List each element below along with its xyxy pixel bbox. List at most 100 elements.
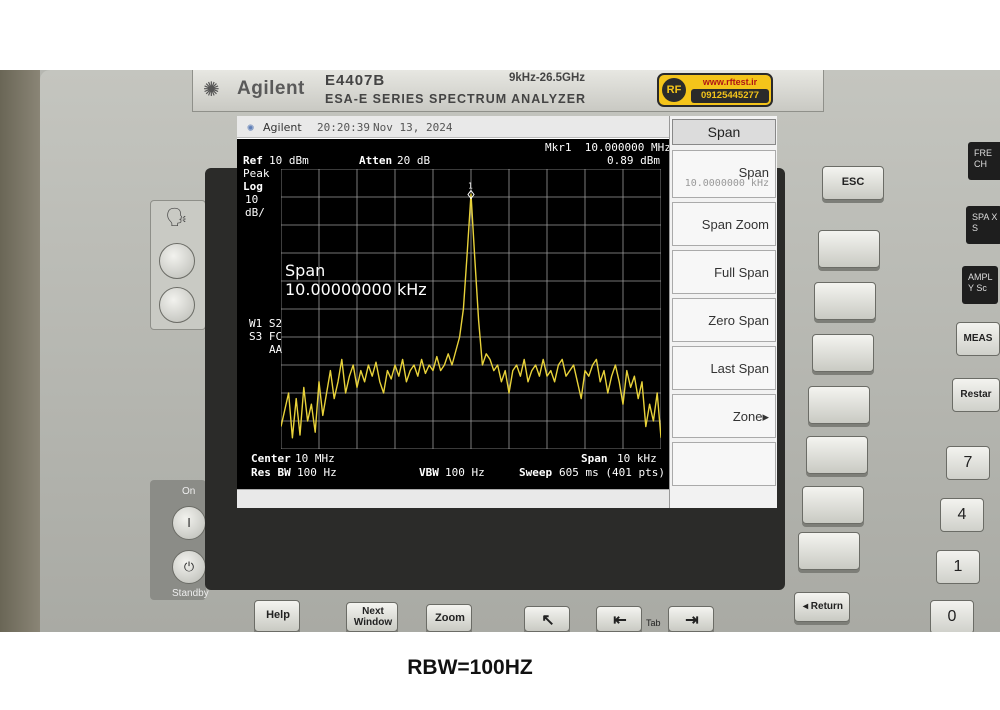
power-panel: On I ⏻ Standby [150,480,209,600]
scale-unit: dB/ [245,206,265,219]
speaker-icon: 🗣 [165,207,188,227]
screen-titlebar: ✺ Agilent 20:20:39 Nov 13, 2024 [237,116,669,138]
softkey-7-button[interactable] [798,532,860,570]
frequency-channel-key-label: FRE CH [974,148,992,169]
numpad-key-1-label: 1 [953,558,963,575]
series-name: ESA-E SERIES SPECTRUM ANALYZER [325,92,587,106]
zoom-key[interactable]: Zoom [426,604,472,632]
numpad-key-7[interactable]: 7 [946,446,990,480]
volume-up-button[interactable] [159,243,195,279]
softkey-6-button[interactable] [802,486,864,524]
softkey-span-value: 10.0000000 kHz [684,178,769,189]
marker-frequency: Mkr1 10.000000 MHz [545,141,671,154]
softkey-zone[interactable]: Zone▸ [672,394,776,438]
measure-key-label: MEAS [963,333,993,344]
standby-label: Standby [172,588,209,599]
next-window-key[interactable]: Next Window [346,602,398,632]
softkey-2-button[interactable] [814,282,876,320]
screen-time: 20:20:39 [317,121,370,134]
numpad-key-1[interactable]: 1 [936,550,980,584]
softkey-blank[interactable] [672,442,776,486]
volume-down-button[interactable] [159,287,195,323]
span-bottom-value: 10 kHz [617,452,657,465]
softkey-last-span-label: Last Span [710,361,769,376]
softkey-span-zoom-label: Span Zoom [701,217,769,232]
standby-button[interactable]: ⏻ [172,550,206,584]
span-heading: Span [285,261,326,280]
softkey-menu: Span Span 10.0000000 kHz Span Zoom Full … [669,116,777,508]
ref-value: 10 dBm [269,154,309,167]
softkey-span[interactable]: Span 10.0000000 kHz [672,150,776,198]
vendor-logo: RF [662,78,686,102]
screen-status-bar [237,489,669,508]
numpad-key-4[interactable]: 4 [940,498,984,532]
softkey-5-button[interactable] [806,436,868,474]
amplitude-y-scale-key[interactable]: AMPL Y Sc [962,266,998,304]
span-active-value: 10.00000000 kHz [285,280,427,299]
vendor-url: www.rftest.ir [702,77,758,87]
numpad-key-7-label: 7 [963,454,973,471]
sweep-label: Sweep [519,466,553,479]
numpad-key-4-label: 4 [957,506,967,523]
softkey-span-zoom[interactable]: Span Zoom [672,202,776,246]
softkey-full-span[interactable]: Full Span [672,250,776,294]
softkey-1-button[interactable] [818,230,880,268]
zoom-key-label: Zoom [435,612,465,624]
agilent-small-logo-icon: ✺ [247,120,255,134]
atten-label: Atten [359,154,393,167]
grid-lines [281,169,661,449]
tab-label: Tab [646,618,661,628]
restart-key[interactable]: Restar [952,378,1000,412]
tab-right-key[interactable]: ⇥ [668,606,714,632]
brand-name: Agilent [237,78,305,99]
arrow-upleft-key[interactable]: ↖ [524,606,570,632]
trace-flags-1: W1 S2 [249,317,283,330]
tab-left-key[interactable]: ⇤ [596,606,642,632]
background [0,70,40,632]
softkey-zero-span[interactable]: Zero Span [672,298,776,342]
power-on-button[interactable]: I [172,506,206,540]
frequency-channel-key[interactable]: FRE CH [968,142,1000,180]
vbw-label: VBW [419,466,439,479]
frequency-range: 9kHz-26.5GHz [509,72,586,84]
vendor-sticker: RF www.rftest.ir 09125445277 [657,73,773,107]
restart-key-label: Restar [960,389,992,400]
tab-right-icon: ⇥ [685,612,699,629]
span-x-scale-key[interactable]: SPA X S [966,206,1000,244]
vbw-value: 100 Hz [445,466,485,479]
detector-mode: Peak [243,167,270,180]
agilent-logo-icon: ✺ [203,77,220,101]
scale-type: Log [243,180,263,193]
esc-key[interactable]: ESC [822,166,884,200]
rbw-value: 100 Hz [297,466,337,479]
numpad-key-0[interactable]: 0 [930,600,974,632]
softkey-menu-title: Span [672,119,776,145]
vendor-phone: 09125445277 [691,89,769,103]
measure-key[interactable]: MEAS [956,322,1000,356]
center-label: Center [251,452,291,465]
center-value: 10 MHz [295,452,335,465]
screen-date: Nov 13, 2024 [373,121,453,134]
softkey-3-button[interactable] [812,334,874,372]
trace-display: Mkr1 10.000000 MHz 0.89 dBm Ref 10 dBm A… [237,139,671,489]
atten-value: 20 dB [397,154,431,167]
volume-panel: 🗣 [150,200,206,330]
display-screen: ✺ Agilent 20:20:39 Nov 13, 2024 Mkr1 10.… [237,116,777,508]
help-key-label: Help [266,609,290,621]
softkey-4-button[interactable] [808,386,870,424]
scale-value: 10 [245,193,259,206]
softkey-zone-label: Zone▸ [732,409,769,424]
marker-number: 1 [468,182,473,191]
image-caption: RBW=100HZ [407,656,533,679]
esc-key-label: ESC [841,176,865,188]
amplitude-y-scale-key-label: AMPL Y Sc [968,272,993,293]
rbw-label: Res BW [251,466,291,479]
help-key[interactable]: Help [254,600,300,632]
return-key-label: ◂ Return [802,601,844,612]
softkey-full-span-label: Full Span [714,265,769,280]
sweep-value: 605 ms (401 pts) [559,466,665,479]
ref-label: Ref [243,154,263,167]
model-label-strip: ✺ Agilent E4407B ESA-E SERIES SPECTRUM A… [192,70,824,112]
softkey-last-span[interactable]: Last Span [672,346,776,390]
return-key[interactable]: ◂ Return [794,592,850,622]
